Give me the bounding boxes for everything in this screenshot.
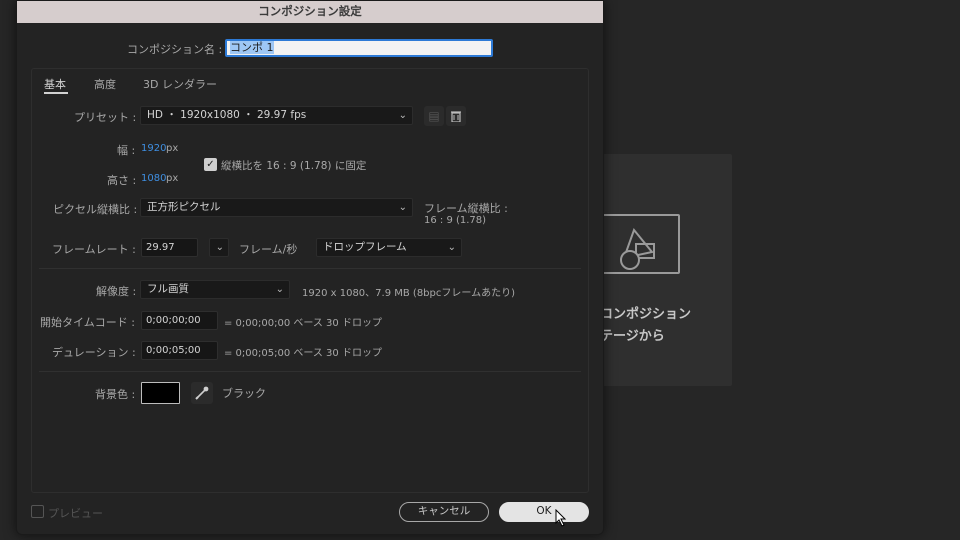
preset-value: HD ・ 1920x1080 ・ 29.97 fps: [147, 109, 307, 121]
resolution-info: 1920 x 1080、7.9 MB (8bpcフレームあたり): [302, 288, 515, 299]
duration-info: = 0;00;05;00 ベース 30 ドロップ: [224, 348, 382, 359]
start-timecode-label: 開始タイムコード :: [40, 316, 135, 329]
section-divider: [39, 371, 581, 372]
composition-icon: [600, 214, 680, 274]
eyedropper-icon[interactable]: [191, 382, 213, 404]
start-timecode-input[interactable]: 0;00;00;00: [141, 311, 218, 330]
save-preset-icon[interactable]: ▤: [424, 106, 444, 126]
frame-aspect-value: 16 : 9 (1.78): [424, 215, 487, 226]
preview-label: プレビュー: [48, 507, 103, 520]
chevron-down-icon: ⌄: [398, 110, 407, 121]
frame-rate-input[interactable]: 29.97: [141, 238, 198, 257]
chevron-down-icon: ⌄: [275, 284, 284, 295]
ok-button[interactable]: OK: [499, 502, 589, 522]
height-value[interactable]: 1080: [141, 173, 166, 184]
tab-advanced[interactable]: 高度: [94, 76, 116, 92]
drop-frame-value: ドロップフレーム: [323, 241, 407, 253]
width-unit: px: [166, 143, 179, 154]
comp-name-input[interactable]: コンポ 1: [225, 39, 493, 57]
pixel-aspect-dropdown[interactable]: 正方形ピクセル ⌄: [140, 198, 413, 217]
preset-dropdown[interactable]: HD ・ 1920x1080 ・ 29.97 fps ⌄: [140, 106, 413, 125]
delete-preset-icon[interactable]: [446, 106, 466, 126]
resolution-dropdown[interactable]: フル画質 ⌄: [140, 280, 290, 299]
new-composition-text[interactable]: コンポジション テージから: [600, 304, 740, 348]
duration-input[interactable]: 0;00;05;00: [141, 341, 218, 360]
preview-checkbox[interactable]: [31, 505, 44, 518]
chevron-down-icon: ⌄: [447, 242, 456, 253]
cancel-button[interactable]: キャンセル: [399, 502, 489, 522]
dialog-title: コンポジション設定: [17, 1, 603, 23]
tab-active-indicator: [44, 92, 68, 94]
height-label: 高さ :: [107, 174, 137, 187]
frame-rate-label: フレームレート :: [52, 243, 136, 256]
drop-frame-dropdown[interactable]: ドロップフレーム ⌄: [316, 238, 462, 257]
start-timecode-info: = 0;00;00;00 ベース 30 ドロップ: [224, 318, 382, 329]
resolution-value: フル画質: [147, 283, 189, 295]
lock-aspect-label: 縦横比を 16 : 9 (1.78) に固定: [221, 160, 367, 172]
mouse-cursor-icon: [555, 509, 567, 527]
width-label: 幅 :: [117, 144, 136, 157]
frame-aspect-label: フレーム縦横比 :: [424, 202, 508, 215]
tab-3d-renderer[interactable]: 3D レンダラー: [143, 76, 217, 92]
bg-color-swatch[interactable]: [141, 382, 180, 404]
pixel-aspect-label: ピクセル縦横比 :: [53, 203, 138, 216]
bg-color-name: ブラック: [222, 387, 266, 400]
composition-settings-dialog: コンポジション設定 コンポジション名 : コンポ 1 基本 高度 3D レンダラ…: [16, 0, 604, 535]
width-value[interactable]: 1920: [141, 143, 166, 154]
frame-rate-unit: フレーム/秒: [239, 243, 298, 256]
tab-basic[interactable]: 基本: [44, 76, 66, 92]
chevron-down-icon: ⌄: [398, 202, 407, 213]
bg-color-label: 背景色 :: [95, 388, 136, 401]
comp-name-value: コンポ 1: [230, 41, 274, 54]
duration-label: デュレーション :: [52, 346, 136, 359]
settings-panel: [31, 68, 589, 493]
comp-name-label: コンポジション名 :: [127, 43, 223, 56]
chevron-down-icon: ⌄: [215, 242, 224, 253]
resolution-label: 解像度 :: [96, 285, 137, 298]
pixel-aspect-value: 正方形ピクセル: [147, 201, 221, 213]
frame-rate-presets-dropdown[interactable]: ⌄: [209, 238, 229, 257]
preset-label: プリセット :: [74, 111, 137, 124]
section-divider: [39, 268, 581, 269]
height-unit: px: [166, 173, 179, 184]
lock-aspect-checkbox[interactable]: ✓: [204, 158, 217, 171]
